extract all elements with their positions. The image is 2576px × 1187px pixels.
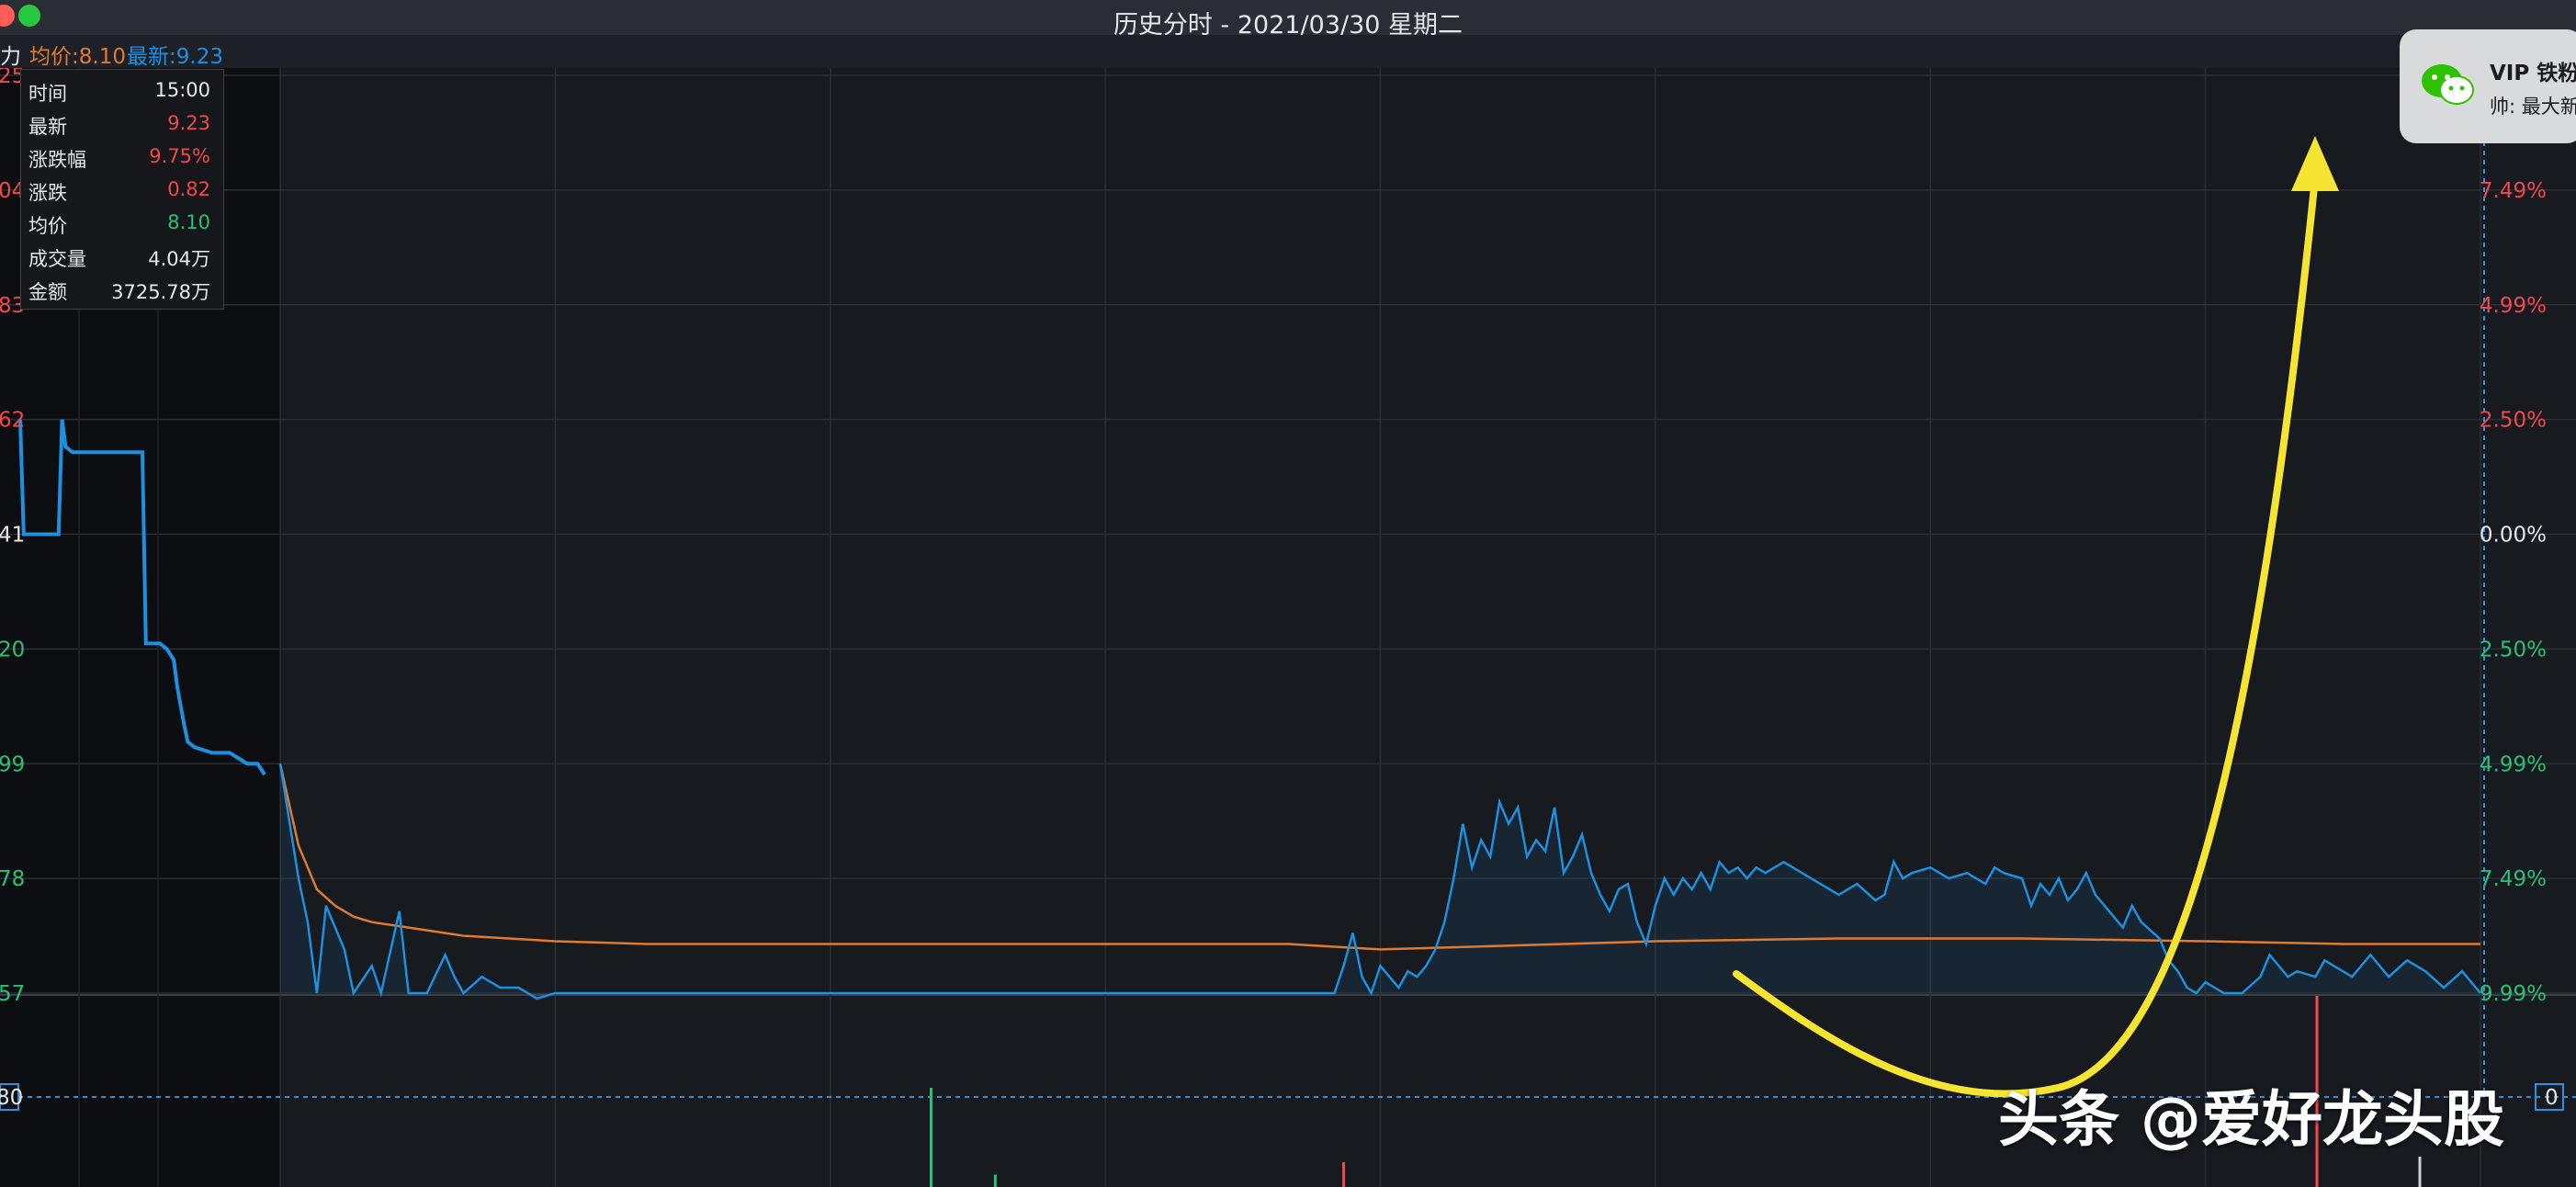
intraday-chart[interactable]: 2504836241209978577.49%4.99%2.50%0.00%2.…: [0, 68, 2576, 1187]
notification-body: 帅: 最大新: [2490, 96, 2576, 118]
tooltip-row: 金额 3725.78万: [28, 272, 210, 305]
left-axis-label: 78: [0, 867, 25, 891]
tooltip-value: 3725.78万: [111, 281, 210, 303]
left-axis-label: 41: [0, 524, 25, 548]
tooltip-value: 9.75%: [149, 145, 210, 167]
tooltip-value: 4.04万: [148, 248, 210, 270]
wechat-notification[interactable]: VIP 铁粉 帅: 最大新: [2400, 29, 2576, 143]
tooltip-key: 涨跌幅: [28, 149, 86, 171]
volume-bar: [993, 1174, 997, 1187]
tooltip-row: 成交量 4.04万: [28, 239, 210, 272]
tooltip-row: 涨跌 0.82: [28, 173, 210, 206]
volume-axis-label-right: 0: [2545, 1086, 2559, 1110]
right-axis-label: 4.99%: [2480, 752, 2547, 776]
tooltip-key: 成交量: [28, 248, 86, 270]
current-day-panel: [280, 68, 2576, 1187]
right-axis-label: 0.00%: [2480, 524, 2547, 548]
right-axis-label: 4.99%: [2480, 294, 2547, 318]
tooltip-row: 最新 9.23: [28, 107, 210, 140]
crosshair-tooltip: 时间 15:00 最新 9.23 涨跌幅 9.75% 涨跌 0.82 均价 8.10 成交量 4.04…: [20, 69, 224, 310]
volume-bar: [930, 1088, 933, 1187]
info-bar: 力 均价:8.10 最新:9.23: [0, 35, 2576, 69]
tooltip-value: 8.10: [167, 211, 210, 233]
right-axis-label: 7.49%: [2480, 179, 2547, 203]
tooltip-key: 金额: [28, 281, 67, 303]
left-axis-label: 62: [0, 409, 25, 433]
tooltip-key: 涨跌: [28, 182, 67, 204]
right-axis-label: 2.50%: [2480, 638, 2547, 661]
volume-bar: [1342, 1162, 1346, 1187]
tooltip-value: 9.23: [167, 112, 210, 134]
tooltip-row: 时间 15:00: [28, 73, 210, 107]
tooltip-key: 时间: [28, 83, 67, 105]
volume-axis-label: 80: [0, 1086, 23, 1110]
tooltip-row: 均价 8.10: [28, 206, 210, 239]
wechat-icon: [2422, 64, 2474, 105]
info-prefix: 力: [0, 45, 21, 69]
title-bar: 历史分时 - 2021/03/30 星期二: [0, 0, 2576, 40]
left-axis-label: 57: [0, 982, 25, 1006]
notification-title: VIP 铁粉: [2490, 62, 2576, 85]
right-axis-label: 7.49%: [2480, 867, 2547, 891]
right-axis-label: 2.50%: [2480, 409, 2547, 433]
tooltip-value: 0.82: [167, 178, 210, 200]
avg-price-label: 均价:8.10: [29, 45, 126, 69]
tooltip-value: 15:00: [154, 79, 210, 101]
tooltip-key: 最新: [28, 116, 67, 138]
left-axis-label: 99: [0, 752, 25, 776]
tooltip-row: 涨跌幅 9.75%: [28, 140, 210, 173]
last-price-label: 最新:9.23: [127, 45, 223, 69]
left-axis-label: 20: [0, 638, 25, 661]
right-axis-label: 9.99%: [2480, 982, 2547, 1006]
tooltip-key: 均价: [28, 215, 67, 237]
watermark: 头条 @爱好龙头股: [1998, 1084, 2504, 1155]
